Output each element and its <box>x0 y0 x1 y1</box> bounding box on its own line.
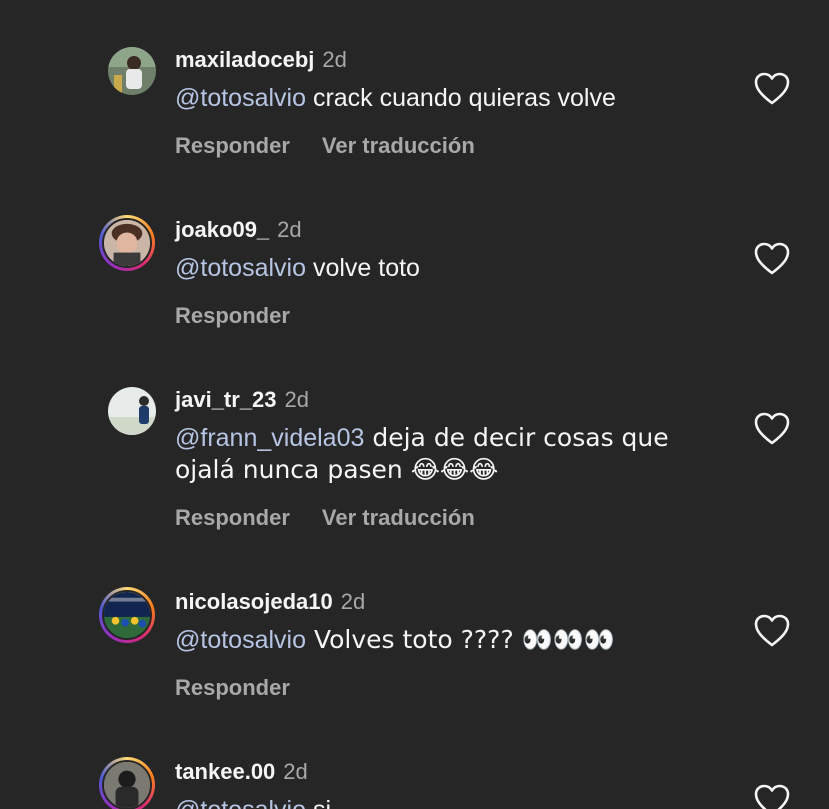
comment-username[interactable]: maxiladocebj 2d <box>175 47 347 73</box>
comment-text: @frann_videla03 deja de decir cosas que … <box>175 423 669 484</box>
comment-text: @totosalvio volve toto <box>175 254 420 282</box>
reply-button[interactable]: Responder <box>175 133 290 158</box>
mention-link[interactable]: @totosalvio <box>175 84 306 112</box>
mention-link[interactable]: @totosalvio <box>175 796 306 809</box>
translate-button[interactable]: Ver traducción <box>322 505 475 530</box>
comment-time: 2d <box>340 589 366 614</box>
reply-button[interactable]: Responder <box>175 303 290 328</box>
comment-text: @totosalvio si <box>175 794 735 809</box>
comment-time: 2d <box>277 217 302 242</box>
reply-button[interactable]: Responder <box>175 505 290 530</box>
comment-username[interactable]: javi_tr_23 2d <box>175 387 309 413</box>
comment-username[interactable]: tankee.00 2d <box>175 759 308 785</box>
comment-actions: Responder <box>175 303 290 329</box>
comment-time: 2d <box>283 759 308 784</box>
avatar[interactable] <box>99 757 155 809</box>
avatar[interactable] <box>108 47 156 95</box>
reply-button[interactable]: Responder <box>175 675 290 700</box>
mention-link[interactable]: @totosalvio <box>175 254 306 282</box>
comment-time: 2d <box>322 47 347 72</box>
avatar[interactable] <box>108 387 156 435</box>
comments-list: maxiladocebj 2d @totosalvio crack cuando … <box>0 0 829 809</box>
comment-username[interactable]: nicolasojeda10 2d <box>175 589 365 615</box>
mention-link[interactable]: @frann_videla03 <box>175 424 364 452</box>
comment-time: 2d <box>284 387 310 412</box>
heart-icon[interactable] <box>754 784 790 809</box>
mention-link[interactable]: @totosalvio <box>175 626 306 654</box>
avatar[interactable] <box>99 215 155 271</box>
heart-icon[interactable] <box>754 72 790 106</box>
comment-actions: Responder Ver traducción <box>175 505 475 531</box>
comment-username[interactable]: joako09_ 2d <box>175 217 302 243</box>
heart-icon[interactable] <box>754 242 790 276</box>
avatar[interactable] <box>99 587 155 643</box>
heart-icon[interactable] <box>754 614 790 648</box>
heart-icon[interactable] <box>754 412 790 446</box>
comment-text: @totosalvio Volves toto ???? 👀👀👀 <box>175 625 616 654</box>
translate-button[interactable]: Ver traducción <box>322 133 475 158</box>
comment-actions: Responder Ver traducción <box>175 133 475 159</box>
comment-actions: Responder <box>175 675 290 701</box>
comment-text: @totosalvio crack cuando quieras volve <box>175 84 616 112</box>
